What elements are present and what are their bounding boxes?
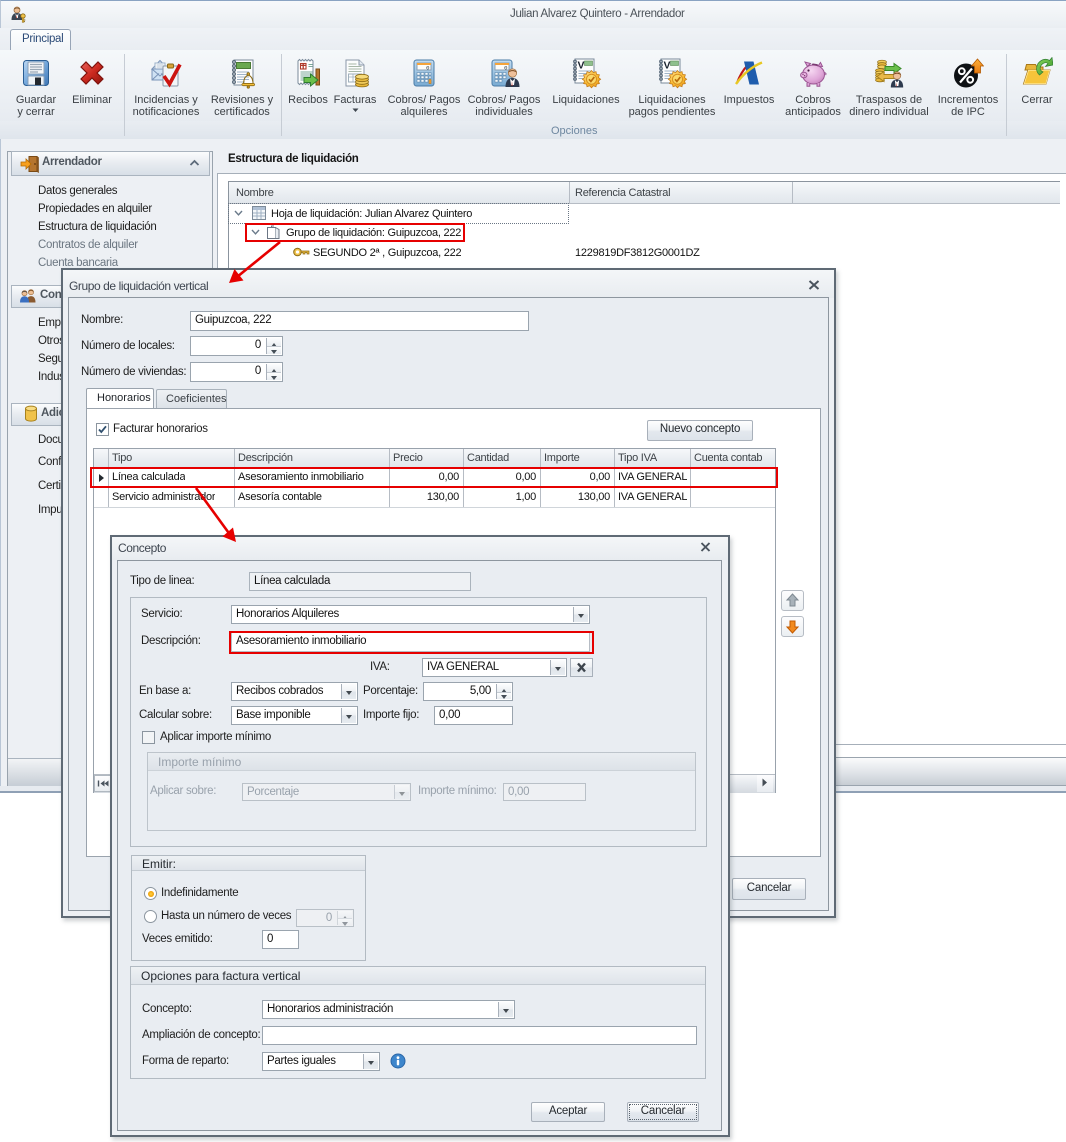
svg-text:V: V [578,60,585,72]
svg-text:V: V [664,60,671,72]
